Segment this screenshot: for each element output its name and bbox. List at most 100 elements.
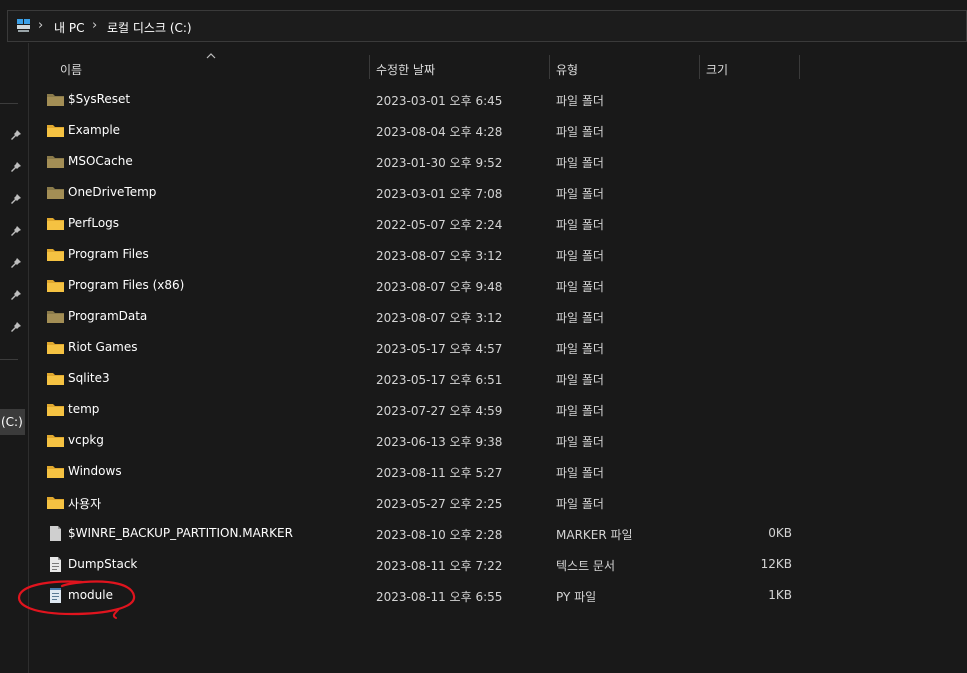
file-name: module (68, 588, 113, 602)
file-size: 0KB (768, 526, 792, 540)
file-row[interactable]: PerfLogs 2022-05-07 오후 2:24 파일 폴더 (30, 208, 967, 239)
file-date: 2023-08-11 오후 6:55 (376, 590, 503, 604)
file-name: $SysReset (68, 92, 131, 106)
file-type: 텍스트 문서 (556, 559, 616, 573)
file-type: 파일 폴더 (556, 466, 604, 480)
file-row[interactable]: Program Files (x86) 2023-08-07 오후 9:48 파… (30, 270, 967, 301)
column-header-name[interactable]: 이름 (30, 55, 368, 79)
file-date: 2023-08-07 오후 3:12 (376, 311, 503, 325)
file-type: 파일 폴더 (556, 187, 604, 201)
file-row[interactable]: 사용자 2023-05-27 오후 2:25 파일 폴더 (30, 487, 967, 518)
breadcrumb-this-pc[interactable]: 내 PC (54, 19, 84, 36)
file-name: Sqlite3 (68, 371, 110, 385)
file-size: 1KB (768, 588, 792, 602)
file-row[interactable]: temp 2023-07-27 오후 4:59 파일 폴더 (30, 394, 967, 425)
folder-icon (47, 435, 64, 447)
file-name: DumpStack (68, 557, 138, 571)
file-type: 파일 폴더 (556, 280, 604, 294)
file-type: MARKER 파일 (556, 528, 633, 542)
pin-icon[interactable] (10, 321, 22, 333)
file-date: 2023-03-01 오후 7:08 (376, 187, 503, 201)
pin-icon[interactable] (10, 161, 22, 173)
folder-icon (47, 156, 64, 168)
folder-icon (47, 342, 64, 354)
file-name: OneDriveTemp (68, 185, 157, 199)
file-row[interactable]: Example 2023-08-04 오후 4:28 파일 폴더 (30, 115, 967, 146)
file-row[interactable]: MSOCache 2023-01-30 오후 9:52 파일 폴더 (30, 146, 967, 177)
folder-icon (47, 466, 64, 478)
file-row[interactable]: $SysReset 2023-03-01 오후 6:45 파일 폴더 (30, 84, 967, 115)
folder-icon (47, 373, 64, 385)
file-row[interactable]: OneDriveTemp 2023-03-01 오후 7:08 파일 폴더 (30, 177, 967, 208)
file-row[interactable]: DumpStack 2023-08-11 오후 7:22 텍스트 문서 12KB (30, 549, 967, 580)
folder-icon (47, 249, 64, 261)
file-date: 2023-08-11 오후 7:22 (376, 559, 503, 573)
file-type: PY 파일 (556, 590, 597, 604)
file-date: 2023-05-27 오후 2:25 (376, 497, 503, 511)
file-row[interactable]: module 2023-08-11 오후 6:55 PY 파일 1KB (30, 580, 967, 611)
address-bar[interactable]: › 내 PC › 로컬 디스크 (C:) (7, 10, 967, 42)
folder-icon (47, 187, 64, 199)
file-row[interactable]: Riot Games 2023-05-17 오후 4:57 파일 폴더 (30, 332, 967, 363)
column-header-type-label: 유형 (556, 63, 579, 77)
column-separator[interactable] (799, 55, 800, 79)
file-type: 파일 폴더 (556, 435, 604, 449)
file-type: 파일 폴더 (556, 373, 604, 387)
folder-icon (47, 125, 64, 137)
pin-icon[interactable] (10, 193, 22, 205)
file-row[interactable]: Program Files 2023-08-07 오후 3:12 파일 폴더 (30, 239, 967, 270)
file-type: 파일 폴더 (556, 404, 604, 418)
column-header-date[interactable]: 수정한 날짜 (370, 55, 548, 79)
pin-icon[interactable] (10, 225, 22, 237)
file-name: Windows (68, 464, 122, 478)
file-type: 파일 폴더 (556, 342, 604, 356)
file-type: 파일 폴더 (556, 156, 604, 170)
file-date: 2023-05-17 오후 4:57 (376, 342, 503, 356)
file-name: PerfLogs (68, 216, 120, 230)
file-type: 파일 폴더 (556, 311, 604, 325)
file-name: Riot Games (68, 340, 138, 354)
file-name: Example (68, 123, 121, 137)
file-type: 파일 폴더 (556, 497, 604, 511)
file-row[interactable]: $WINRE_BACKUP_PARTITION.MARKER 2023-08-1… (30, 518, 967, 549)
file-name: 사용자 (68, 497, 102, 511)
file-name: vcpkg (68, 433, 104, 447)
file-row[interactable]: Windows 2023-08-11 오후 5:27 파일 폴더 (30, 456, 967, 487)
file-date: 2023-06-13 오후 9:38 (376, 435, 503, 449)
file-name: Program Files (68, 247, 149, 261)
pin-icon[interactable] (10, 289, 22, 301)
file-date: 2023-08-07 오후 3:12 (376, 249, 503, 263)
file-type: 파일 폴더 (556, 94, 604, 108)
file-type: 파일 폴더 (556, 125, 604, 139)
file-row[interactable]: vcpkg 2023-06-13 오후 9:38 파일 폴더 (30, 425, 967, 456)
column-header-size[interactable]: 크기 (700, 55, 798, 79)
file-date: 2023-07-27 오후 4:59 (376, 404, 503, 418)
file-name: $WINRE_BACKUP_PARTITION.MARKER (68, 526, 293, 540)
column-header-size-label: 크기 (706, 63, 729, 77)
folder-icon (47, 94, 64, 106)
file-date: 2023-05-17 오후 6:51 (376, 373, 503, 387)
file-name: temp (68, 402, 100, 416)
file-date: 2022-05-07 오후 2:24 (376, 218, 503, 232)
file-name: ProgramData (68, 309, 148, 323)
pin-icon[interactable] (10, 257, 22, 269)
folder-icon (47, 311, 64, 323)
navigation-pane: (C:) (0, 43, 29, 673)
folder-icon (47, 280, 64, 292)
column-header-date-label: 수정한 날짜 (376, 63, 436, 77)
file-row[interactable]: Sqlite3 2023-05-17 오후 6:51 파일 폴더 (30, 363, 967, 394)
file-size: 12KB (760, 557, 792, 571)
column-header-type[interactable]: 유형 (550, 55, 698, 79)
file-row[interactable]: ProgramData 2023-08-07 오후 3:12 파일 폴더 (30, 301, 967, 332)
file-date: 2023-08-07 오후 9:48 (376, 280, 503, 294)
pin-icon[interactable] (10, 129, 22, 141)
file-date: 2023-01-30 오후 9:52 (376, 156, 503, 170)
breadcrumb-local-disk[interactable]: 로컬 디스크 (C:) (107, 19, 192, 36)
file-type: 파일 폴더 (556, 249, 604, 263)
nav-divider (0, 103, 18, 104)
file-date: 2023-03-01 오후 6:45 (376, 94, 503, 108)
python-file-icon (50, 588, 61, 603)
folder-icon (47, 497, 64, 509)
nav-item-local-disk[interactable]: (C:) (0, 409, 25, 435)
file-date: 2023-08-04 오후 4:28 (376, 125, 503, 139)
